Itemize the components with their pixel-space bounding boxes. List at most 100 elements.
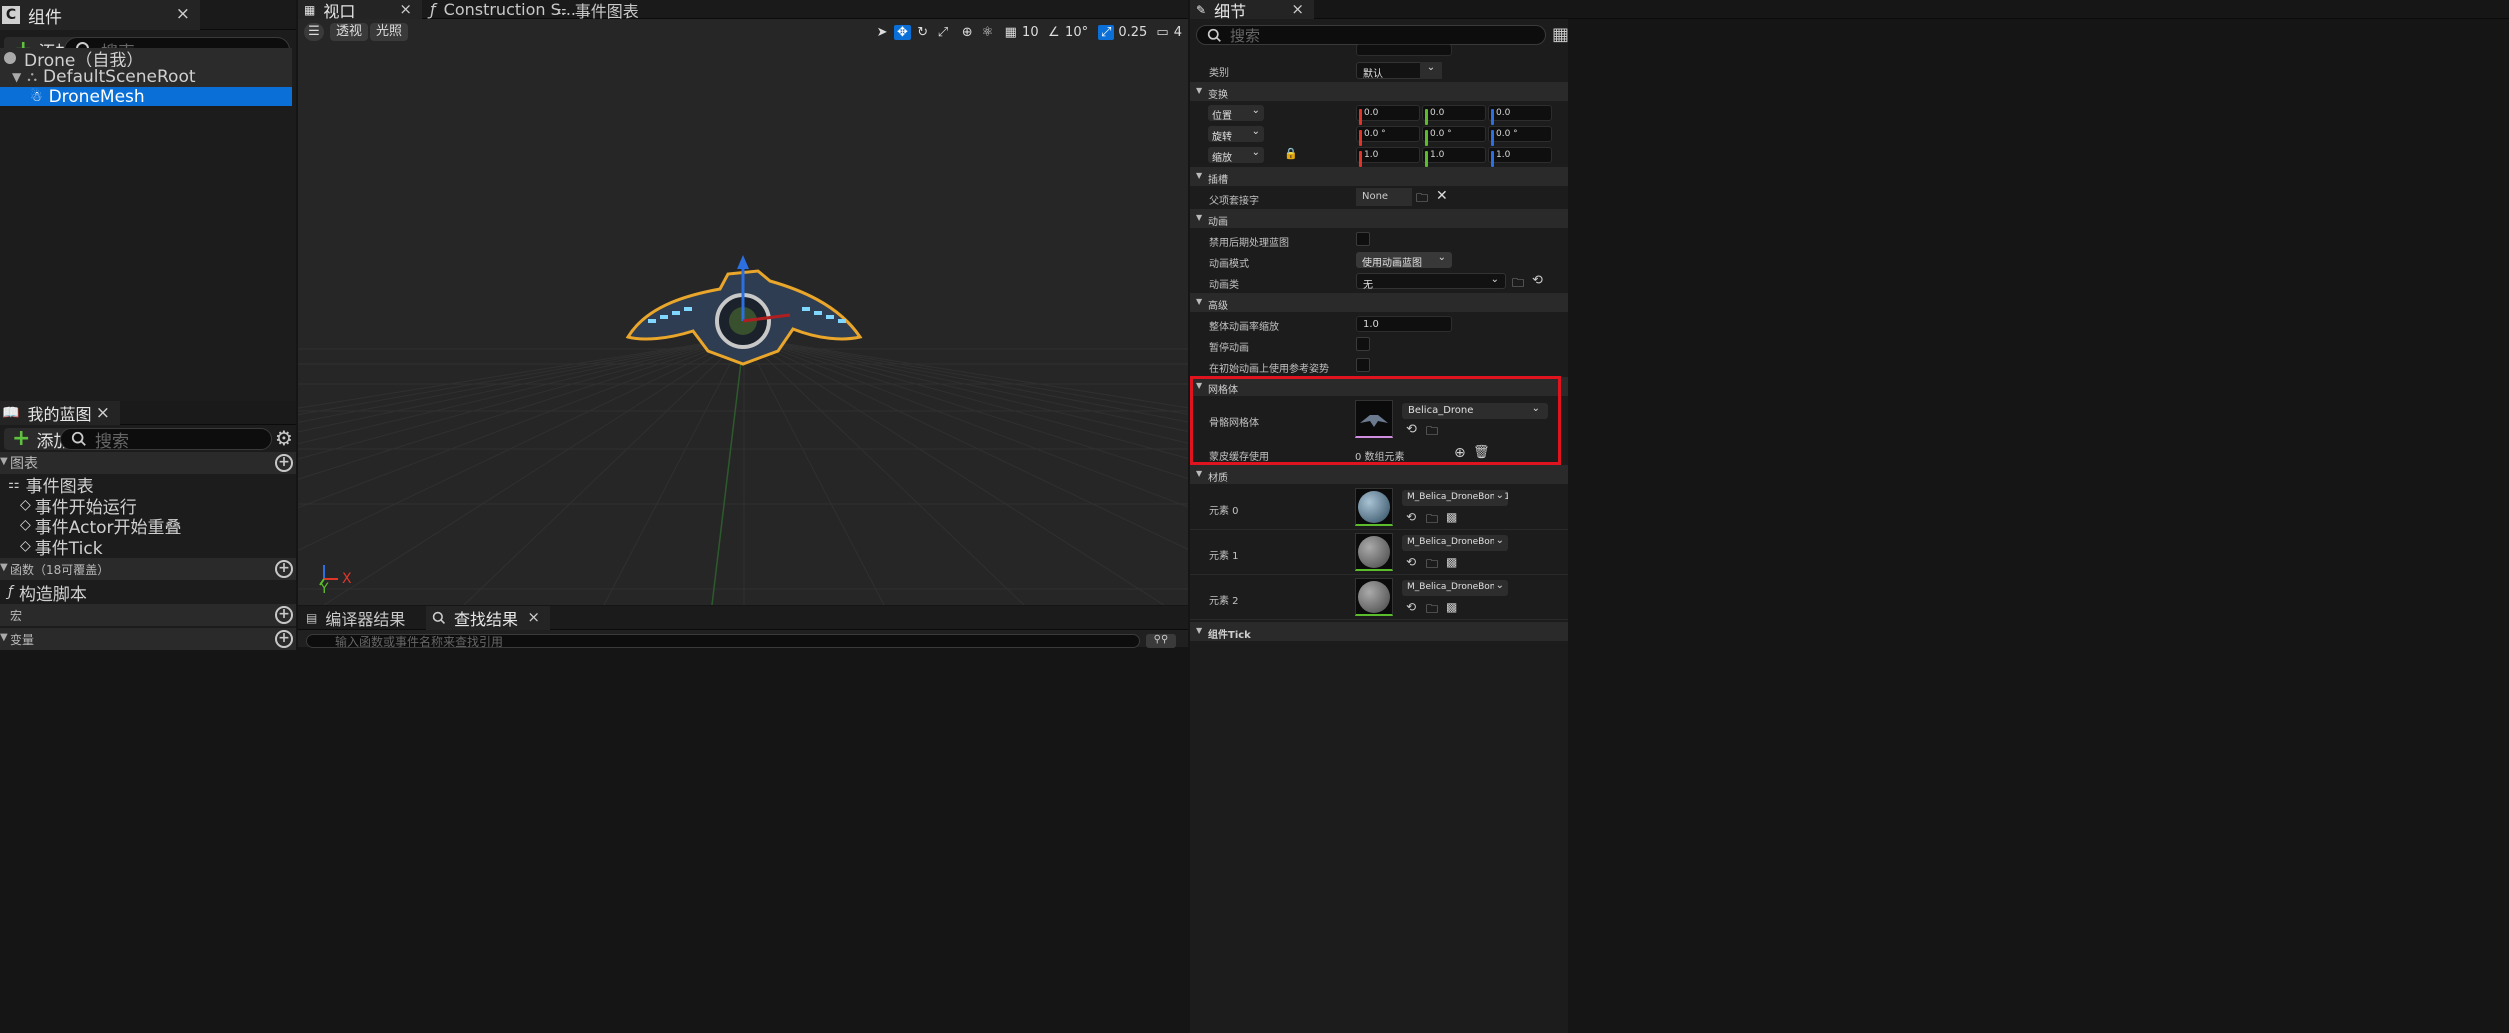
- tab-components[interactable]: C 组件 ×: [0, 0, 200, 30]
- transform-mode-dropdown[interactable]: 缩放 ⌄: [1208, 147, 1264, 164]
- material-thumbnail[interactable]: [1355, 488, 1393, 526]
- browse-socket-icon[interactable]: 🗀: [1416, 189, 1428, 210]
- tab-details[interactable]: ✎ 细节 ×: [1190, 0, 1314, 21]
- transform-mode-dropdown[interactable]: 位置 ⌄: [1208, 105, 1264, 122]
- blueprint-search-input[interactable]: 搜索: [60, 428, 272, 452]
- clear-icon[interactable]: ✕: [1436, 188, 1448, 204]
- use-selected-icon[interactable]: ⟲: [1406, 510, 1416, 524]
- tree-item-drone[interactable]: Drone（自我）: [0, 48, 292, 71]
- transform-y-field[interactable]: 1.0: [1422, 147, 1486, 167]
- transform-y-field[interactable]: 0.0: [1422, 105, 1486, 125]
- transform-z-field[interactable]: 0.0: [1488, 105, 1552, 125]
- pause-anims-checkbox[interactable]: [1356, 337, 1370, 351]
- rotate-tool-icon[interactable]: ↻: [915, 25, 931, 40]
- transform-x-field[interactable]: 0.0 °: [1356, 126, 1420, 146]
- material-dropdown[interactable]: M_Belica_DroneBomb ⌄: [1402, 580, 1508, 596]
- select-tool-icon[interactable]: ➤: [874, 25, 890, 40]
- section-animation[interactable]: ▼ 动画: [1190, 209, 1568, 228]
- ref-pose-checkbox[interactable]: [1356, 358, 1370, 372]
- settings-gear-icon[interactable]: ⚙: [275, 428, 293, 448]
- lit-button[interactable]: 光照: [370, 23, 409, 41]
- camera-speed-value[interactable]: 4: [1174, 25, 1182, 40]
- close-icon[interactable]: ×: [527, 608, 540, 626]
- angle-snap-icon[interactable]: ∠: [1047, 25, 1061, 40]
- property-matrix-icon[interactable]: ▦: [1552, 26, 1569, 44]
- find-references-input[interactable]: 输入函数或事件名称来查找引用: [306, 634, 1140, 648]
- add-function-icon[interactable]: +: [275, 560, 293, 578]
- tree-item-defaultsceneroot[interactable]: ▼ ⛬ DefaultSceneRoot: [0, 67, 292, 87]
- material-dropdown[interactable]: M_Belica_DroneBomb ⌄: [1402, 535, 1508, 551]
- expand-arrow-icon[interactable]: ▼: [12, 70, 21, 84]
- parent-socket-field[interactable]: None: [1356, 188, 1412, 206]
- transform-x-field[interactable]: 0.0: [1356, 105, 1420, 125]
- close-icon[interactable]: ×: [1291, 0, 1304, 18]
- viewport-menu-button[interactable]: ☰: [304, 23, 324, 41]
- scale-snap-icon[interactable]: ⤢: [1098, 24, 1115, 40]
- texture-menu-icon[interactable]: ▩: [1446, 555, 1457, 569]
- viewport-canvas[interactable]: X Y ☰ 透视 光照 ➤ ✥ ↻ ⤢ ⊕ ⚛ ▦ 10 ∠ 10° ⤢ 0.2…: [298, 19, 1188, 605]
- tab-viewport[interactable]: ▦ 视口 ×: [298, 0, 422, 21]
- anim-mode-dropdown[interactable]: 使用动画蓝图 ⌄: [1356, 252, 1452, 269]
- scale-snap-value[interactable]: 0.25: [1118, 25, 1147, 40]
- drone-mesh-preview[interactable]: [625, 255, 863, 366]
- section-sockets[interactable]: ▼ 插槽: [1190, 167, 1568, 186]
- add-graph-icon[interactable]: +: [275, 454, 293, 472]
- tab-my-blueprint[interactable]: 📖 我的蓝图 ×: [0, 401, 120, 425]
- tab-find-results[interactable]: 查找结果 ×: [426, 606, 550, 630]
- close-icon[interactable]: ×: [96, 403, 110, 423]
- list-item-event-tick[interactable]: ◇ 事件Tick: [0, 536, 103, 559]
- material-thumbnail[interactable]: [1355, 578, 1393, 616]
- transform-y-field[interactable]: 0.0 °: [1422, 126, 1486, 146]
- transform-mode-dropdown[interactable]: 旋转 ⌄: [1208, 126, 1264, 143]
- list-item-construction-script[interactable]: ƒ 构造脚本: [0, 582, 87, 605]
- material-element-row: 元素 0 M_Belica_DroneBomb1 ⌄ ⟲ 🗀 ▩: [1190, 486, 1568, 530]
- transform-z-field[interactable]: 0.0 °: [1488, 126, 1552, 146]
- section-advanced[interactable]: ▼ 高级: [1190, 293, 1568, 312]
- close-icon[interactable]: ×: [399, 0, 412, 18]
- section-transform[interactable]: ▼ 变换: [1190, 82, 1568, 101]
- world-space-icon[interactable]: ⊕: [959, 25, 975, 40]
- section-variables[interactable]: ▼ 变量 +: [0, 628, 296, 650]
- texture-menu-icon[interactable]: ▩: [1446, 510, 1457, 524]
- browse-asset-icon[interactable]: 🗀: [1512, 274, 1524, 295]
- list-item-event-graph[interactable]: ⚏ 事件图表: [0, 474, 94, 497]
- add-variable-icon[interactable]: +: [275, 630, 293, 648]
- browse-asset-icon[interactable]: 🗀: [1426, 555, 1438, 576]
- use-selected-icon[interactable]: ⟲: [1406, 555, 1416, 569]
- surface-snap-icon[interactable]: ⚛: [979, 25, 995, 40]
- grid-snap-icon[interactable]: ▦: [1004, 25, 1018, 40]
- partial-field[interactable]: [1356, 44, 1452, 56]
- list-item-event-actor-overlap[interactable]: ◇ 事件Actor开始重叠: [0, 515, 182, 538]
- browse-asset-icon[interactable]: 🗀: [1426, 510, 1438, 531]
- texture-menu-icon[interactable]: ▩: [1446, 600, 1457, 614]
- tree-item-dronemesh[interactable]: ☃ DroneMesh: [0, 87, 292, 107]
- browse-asset-icon[interactable]: 🗀: [1426, 600, 1438, 621]
- use-selected-icon[interactable]: ⟲: [1532, 273, 1543, 288]
- lock-icon[interactable]: 🔒: [1284, 147, 1298, 160]
- disable-post-process-checkbox[interactable]: [1356, 232, 1370, 246]
- use-selected-icon[interactable]: ⟲: [1406, 600, 1416, 614]
- scale-tool-icon[interactable]: ⤢: [935, 25, 951, 40]
- section-functions[interactable]: ▼ 函数（18可覆盖） +: [0, 558, 296, 580]
- section-materials[interactable]: ▼ 材质: [1190, 465, 1568, 484]
- grid-snap-value[interactable]: 10: [1022, 25, 1039, 40]
- tab-event-graph[interactable]: ⚏ 事件图表: [550, 0, 649, 21]
- details-search-input[interactable]: 搜索: [1196, 25, 1546, 45]
- material-thumbnail[interactable]: [1355, 533, 1393, 571]
- section-macros[interactable]: 宏 +: [0, 604, 296, 626]
- angle-snap-value[interactable]: 10°: [1065, 25, 1088, 40]
- transform-x-field[interactable]: 1.0: [1356, 147, 1420, 167]
- global-rate-field[interactable]: 1.0: [1356, 316, 1452, 332]
- perspective-button[interactable]: 透视: [330, 23, 369, 41]
- close-icon[interactable]: ×: [176, 4, 190, 24]
- binoculars-icon[interactable]: ⚲⚲: [1146, 634, 1176, 648]
- transform-z-field[interactable]: 1.0: [1488, 147, 1552, 167]
- material-dropdown[interactable]: M_Belica_DroneBomb1 ⌄: [1402, 490, 1508, 506]
- anim-class-dropdown[interactable]: 无 ⌄: [1356, 273, 1506, 291]
- section-component-tick[interactable]: ▼ 组件Tick: [1190, 622, 1568, 641]
- add-macro-icon[interactable]: +: [275, 606, 293, 624]
- chevron-down-icon[interactable]: ⌄: [1420, 62, 1442, 79]
- translate-tool-icon[interactable]: ✥: [894, 24, 911, 40]
- camera-speed-icon[interactable]: ▭: [1155, 25, 1169, 40]
- tab-compiler-results[interactable]: ▤ 编译器结果: [298, 606, 422, 630]
